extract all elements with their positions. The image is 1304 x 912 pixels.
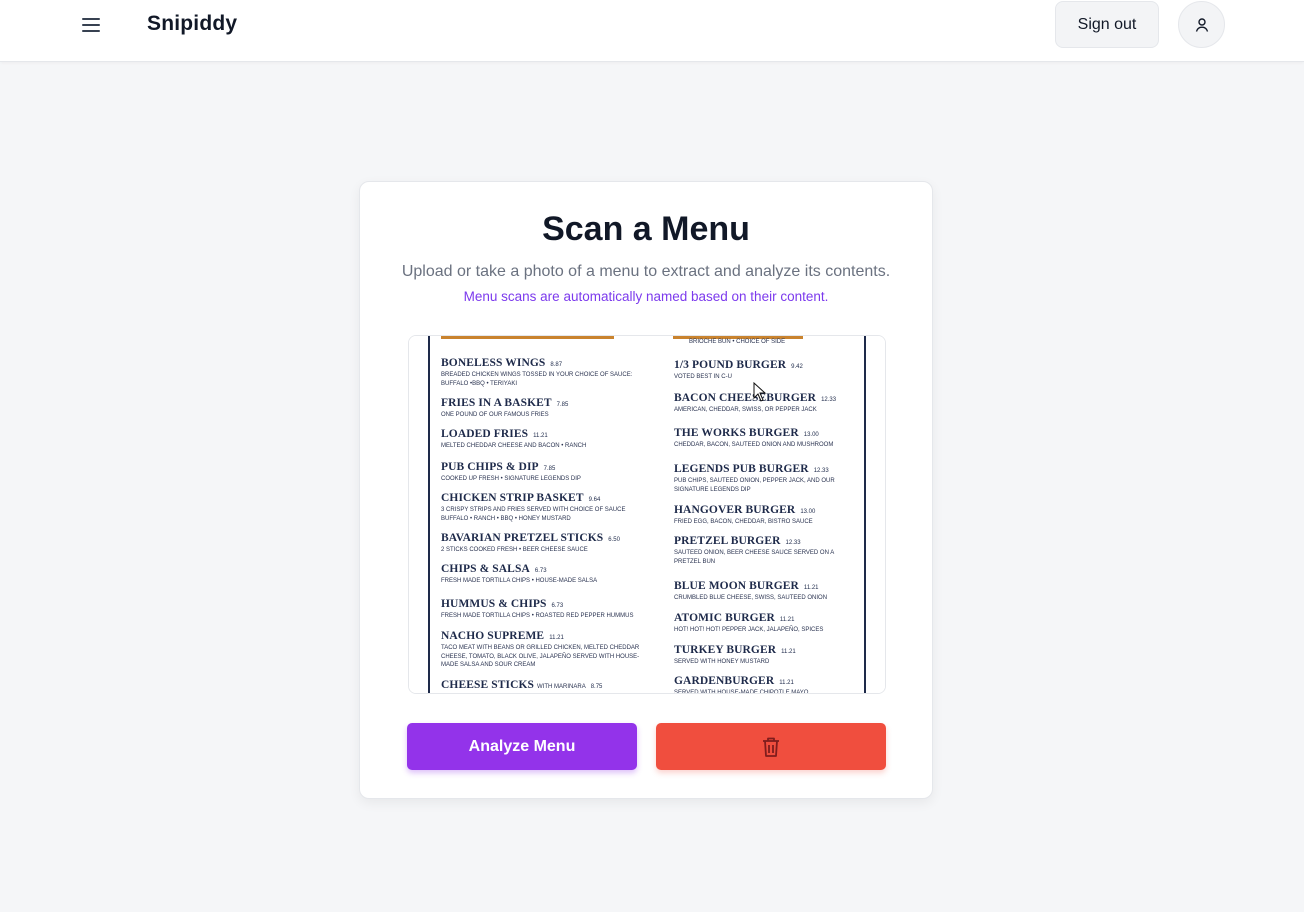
menu-item-name: BONELESS WINGS xyxy=(441,357,546,369)
mouse-cursor-icon xyxy=(753,382,767,402)
menu-item-name: LOADED FRIES xyxy=(441,428,529,440)
menu-item: LEGENDS PUB BURGER 12.33 PUB CHIPS, SAUTEE… xyxy=(674,459,859,494)
menu-item-price: 12.33 xyxy=(813,468,829,474)
menu-orange-rule-left xyxy=(441,336,614,339)
auto-naming-note: Menu scans are automatically named based… xyxy=(463,289,829,304)
menu-item: LOADED FRIES 11.21 MELTED CHEDDAR CHEESE A… xyxy=(441,424,646,451)
menu-item-description: FRIED EGG, BACON, CHEDDAR, BISTRO SAUCE xyxy=(674,519,813,525)
menu-item-description: FRESH MADE TORTILLA CHIPS • ROASTED RED … xyxy=(441,613,634,619)
menu-item: THE WORKS BURGER 13.00 CHEDDAR, BACON, SAU… xyxy=(674,423,859,450)
user-menu-button[interactable] xyxy=(1178,1,1225,48)
menu-item: CHEESE STICKS WITH MARINARA 8.75 xyxy=(441,675,646,693)
menu-photo: BONELESS WINGS 8.87 BREADED CHICKEN WINGS … xyxy=(409,336,885,694)
menu-item-name: HANGOVER BURGER xyxy=(674,504,796,516)
menu-item-price: 6.50 xyxy=(608,537,620,543)
menu-item-name: PRETZEL BURGER xyxy=(674,535,781,547)
menu-item-price: 7.85 xyxy=(556,402,569,408)
menu-item-description: BREADED CHICKEN WINGS TOSSED IN YOUR CHO… xyxy=(441,372,633,387)
menu-item-name: BLUE MOON BURGER xyxy=(674,580,799,592)
menu-item-description: HOT! HOT! HOT! PEPPER JACK, JALAPEÑO, SP… xyxy=(674,627,824,633)
sign-out-button[interactable]: Sign out xyxy=(1055,1,1159,48)
menu-item-name: ATOMIC BURGER xyxy=(674,612,775,624)
menu-item-price: 13.00 xyxy=(803,432,819,438)
menu-item-description: ONE POUND OF OUR FAMOUS FRIES xyxy=(441,412,549,418)
page-title: Scan a Menu xyxy=(542,210,750,248)
menu-item-name: LEGENDS PUB BURGER xyxy=(674,463,809,475)
menu-item: PRETZEL BURGER 12.33 SAUTEED ONION, BEER C… xyxy=(674,531,859,566)
menu-item-price: 11.21 xyxy=(803,585,819,591)
menu-image-preview: BONELESS WINGS 8.87 BREADED CHICKEN WINGS … xyxy=(408,335,886,694)
menu-item-name: HUMMUS & CHIPS xyxy=(441,598,547,610)
menu-item-description: CRUMBLED BLUE CHEESE, SWISS, SAUTEED ONI… xyxy=(674,595,828,601)
menu-item-description: MELTED CHEDDAR CHEESE AND BACON • RANCH xyxy=(441,443,587,449)
user-icon xyxy=(1195,17,1208,32)
page-subtitle: Upload or take a photo of a menu to extr… xyxy=(401,263,891,280)
menu-item-price: 9.64 xyxy=(588,497,601,503)
menu-item: TURKEY BURGER 11.21 SERVED WITH HONEY MUST… xyxy=(674,640,859,667)
menu-item-name: 1/3 POUND BURGER xyxy=(674,359,787,371)
delete-scan-button[interactable] xyxy=(656,723,886,770)
menu-item-description: 2 STICKS COOKED FRESH • BEER CHEESE SAUC… xyxy=(441,547,588,553)
menu-item-description: SERVED WITH HOUSE-MADE CHIPOTLE MAYO xyxy=(674,690,809,694)
menu-item-name: NACHO SUPREME xyxy=(441,630,545,642)
menu-item-price: 7.85 xyxy=(543,466,556,472)
menu-item: BAVARIAN PRETZEL STICKS 6.50 2 STICKS COOK… xyxy=(441,528,646,555)
menu-item-price: 11.21 xyxy=(779,617,795,623)
menu-item-price: 13.00 xyxy=(800,509,816,515)
menu-item: ATOMIC BURGER 11.21 HOT! HOT! HOT! PEPPER … xyxy=(674,608,859,635)
menu-item-price: 9.42 xyxy=(791,364,803,370)
menu-item-price: 6.73 xyxy=(534,568,547,574)
menu-right-top-desc: BRIOCHE BUN • CHOICE OF SIDE xyxy=(689,339,786,345)
menu-item-price: 8.87 xyxy=(550,362,563,368)
menu-item: FRIES IN A BASKET 7.85 ONE POUND OF OUR FA… xyxy=(441,393,646,420)
menu-item-description: VOTED BEST IN C-U xyxy=(674,374,732,380)
menu-item: PUB CHIPS & DIP 7.85 COOKED UP FRESH • SIG… xyxy=(441,457,646,484)
menu-item-description: AMERICAN, CHEDDAR, SWISS, OR PEPPER JACK xyxy=(674,407,817,413)
menu-item-price: 11.21 xyxy=(779,680,794,686)
menu-item-price: 11.21 xyxy=(549,635,564,641)
brand-logo[interactable]: Snipiddy xyxy=(147,12,237,36)
analyze-menu-button[interactable]: Analyze Menu xyxy=(407,723,637,770)
menu-item-description: TACO MEAT WITH BEANS OR GRILLED CHICKEN,… xyxy=(441,645,640,668)
menu-border-right xyxy=(864,336,866,693)
trash-icon xyxy=(763,737,779,757)
menu-item: BONELESS WINGS 8.87 BREADED CHICKEN WINGS … xyxy=(441,353,646,388)
scan-menu-card: Scan a Menu Upload or take a photo of a … xyxy=(359,181,933,799)
menu-item-description: WITH MARINARA xyxy=(537,684,586,690)
menu-item-price: 8.75 xyxy=(590,684,603,690)
menu-item: GARDENBURGER 11.21 SERVED WITH HOUSE-MADE … xyxy=(674,671,859,694)
menu-item-name: BAVARIAN PRETZEL STICKS xyxy=(441,532,604,544)
menu-item-description: SERVED WITH HONEY MUSTARD xyxy=(674,659,770,665)
menu-item-price: 6.73 xyxy=(551,603,564,609)
menu-item-description: 3 CRISPY STRIPS AND FRIES SERVED WITH CH… xyxy=(441,507,626,522)
top-bar: Snipiddy Sign out xyxy=(0,0,1304,62)
menu-item-name: CHICKEN STRIP BASKET xyxy=(441,492,584,504)
menu-border-left xyxy=(428,336,430,693)
menu-item-name: PUB CHIPS & DIP xyxy=(441,461,539,473)
menu-item: BLUE MOON BURGER 11.21 CRUMBLED BLUE CHEES… xyxy=(674,576,859,603)
menu-item-name: GARDENBURGER xyxy=(674,675,775,687)
menu-item-name: CHEESE STICKS xyxy=(441,679,535,691)
menu-item-price: 12.33 xyxy=(821,397,837,403)
menu-item-description: COOKED UP FRESH • SIGNATURE LEGENDS DIP xyxy=(441,476,581,482)
menu-item: HUMMUS & CHIPS 6.73 FRESH MADE TORTILLA CH… xyxy=(441,594,646,621)
menu-item-name: THE WORKS BURGER xyxy=(674,427,799,439)
menu-item-name: FRIES IN A BASKET xyxy=(441,397,552,409)
menu-item: 1/3 POUND BURGER 9.42 VOTED BEST IN C-U xyxy=(674,355,859,382)
menu-item-description: CHEDDAR, BACON, SAUTEED ONION AND MUSHRO… xyxy=(674,442,834,448)
menu-item: NACHO SUPREME 11.21 TACO MEAT WITH BEANS O… xyxy=(441,626,646,670)
menu-item-price: 12.33 xyxy=(785,540,801,546)
menu-item: CHIPS & SALSA 6.73 FRESH MADE TORTILLA CHI… xyxy=(441,559,646,586)
menu-item-name: CHIPS & SALSA xyxy=(441,563,530,575)
menu-item-price: 11.21 xyxy=(533,433,548,439)
menu-item-name: TURKEY BURGER xyxy=(674,644,777,656)
menu-item-name: BACON CHEESEBURGER xyxy=(674,392,817,404)
menu-item-description: SAUTEED ONION, BEER CHEESE SAUCE SERVED … xyxy=(674,550,834,565)
menu-item-price: 11.21 xyxy=(781,649,796,655)
menu-item-description: PUB CHIPS, SAUTEED ONION, PEPPER JACK, A… xyxy=(674,478,835,493)
menu-item: HANGOVER BURGER 13.00 FRIED EGG, BACON, CH… xyxy=(674,500,859,527)
menu-item: CHICKEN STRIP BASKET 9.64 3 CRISPY STRIPS … xyxy=(441,488,646,523)
hamburger-menu-icon[interactable] xyxy=(78,13,104,37)
menu-item-description: FRESH MADE TORTILLA CHIPS • HOUSE-MADE S… xyxy=(441,578,598,584)
